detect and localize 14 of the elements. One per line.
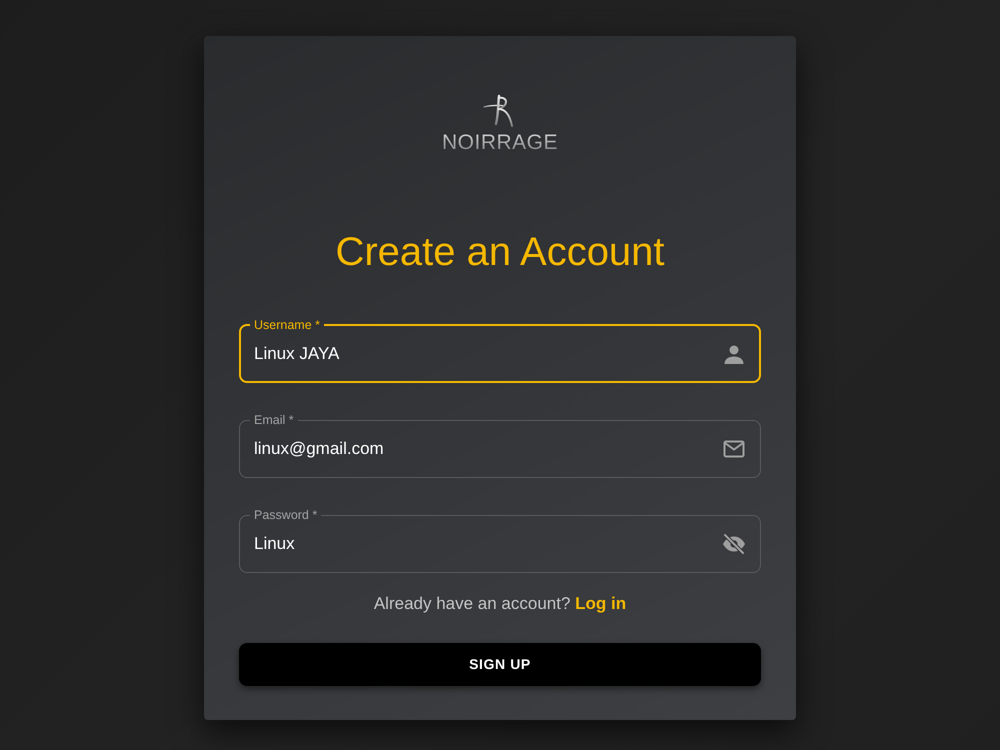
password-input[interactable]: Linux bbox=[254, 532, 712, 556]
username-field[interactable]: Username * Linux JAYA bbox=[239, 317, 761, 383]
page-title: Create an Account bbox=[334, 229, 666, 276]
field-label: Username * bbox=[253, 317, 321, 333]
password-field[interactable]: Password * Linux bbox=[239, 507, 761, 573]
eye-slash-icon[interactable] bbox=[722, 532, 746, 556]
username-input[interactable]: Linux JAYA bbox=[254, 342, 712, 366]
login-link[interactable]: Log in bbox=[575, 594, 626, 613]
field-label: Email * bbox=[253, 412, 295, 428]
sign-up-button[interactable]: SIGN UP bbox=[239, 643, 761, 686]
email-field[interactable]: Email * linux@gmail.com bbox=[239, 412, 761, 478]
email-input[interactable]: linux@gmail.com bbox=[254, 437, 712, 461]
login-prompt: Already have an account? Log in bbox=[372, 593, 628, 615]
field-label: Password * bbox=[253, 507, 318, 523]
